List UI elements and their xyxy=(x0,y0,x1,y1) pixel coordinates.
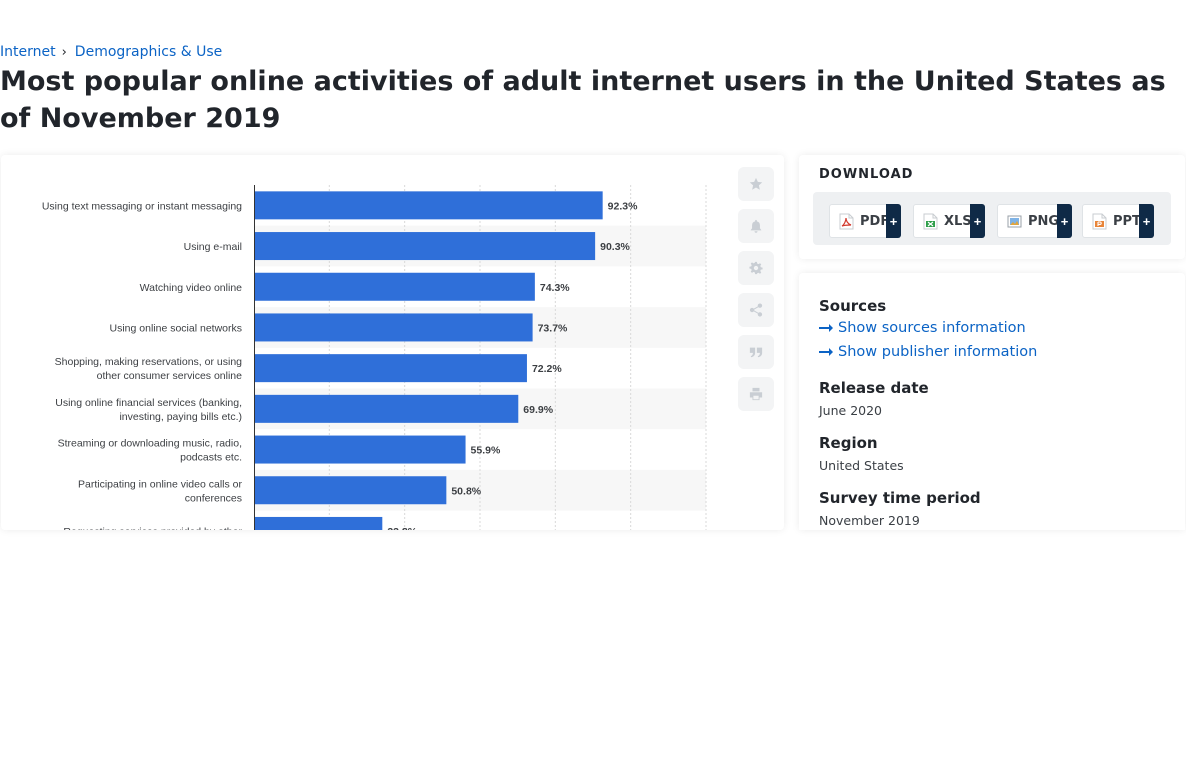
download-buttons: PDF + XLS + PNG + PPT + xyxy=(813,192,1171,245)
show-publisher-link[interactable]: Show publisher information xyxy=(819,344,1037,360)
bar xyxy=(255,435,466,464)
data-label: 50.8% xyxy=(451,485,481,497)
breadcrumb-item-internet[interactable]: Internet xyxy=(0,44,56,60)
category-label: Using text messaging or instant messagin… xyxy=(42,200,242,212)
show-sources-label: Show sources information xyxy=(838,320,1026,336)
page-title: Most popular online activities of adult … xyxy=(0,66,1166,134)
ppt-file-icon xyxy=(1092,213,1107,229)
survey-period-heading: Survey time period xyxy=(819,489,981,507)
gear-icon xyxy=(749,261,763,275)
data-label: 90.3% xyxy=(600,241,630,253)
data-label: 69.9% xyxy=(523,404,553,416)
download-pdf-label: PDF xyxy=(860,213,890,229)
bar xyxy=(255,191,603,220)
bar-chart: 92.3% Using text messaging or instant mes… xyxy=(42,185,707,530)
show-sources-link[interactable]: Show sources information xyxy=(819,320,1026,336)
category-label: Watching video online xyxy=(140,282,242,294)
bar xyxy=(255,272,535,301)
notification-button[interactable] xyxy=(738,209,774,243)
png-plus-badge: + xyxy=(1057,204,1072,238)
arrow-right-icon xyxy=(819,324,833,332)
xls-plus-badge: + xyxy=(970,204,985,238)
png-file-icon xyxy=(1007,215,1022,227)
data-label: 92.3% xyxy=(608,200,638,212)
favorite-button[interactable] xyxy=(738,167,774,201)
category-label: Using online social networks xyxy=(110,322,242,334)
show-publisher-label: Show publisher information xyxy=(838,344,1038,360)
download-panel: DOWNLOAD PDF + XLS + PNG + PPT + xyxy=(799,155,1185,259)
category-label: Requesting services provided by other xyxy=(63,526,242,530)
breadcrumb: Internet › Demographics & Use xyxy=(0,43,222,61)
pdf-plus-badge: + xyxy=(886,204,901,238)
survey-period-value: November 2019 xyxy=(819,513,920,528)
bar xyxy=(255,394,519,423)
bar xyxy=(255,476,447,505)
statistic-info-panel: Sources Show sources information Show pu… xyxy=(799,273,1185,530)
bell-icon xyxy=(750,219,762,233)
data-label: 33.8% xyxy=(387,526,417,530)
bar xyxy=(255,232,596,261)
release-date-value: June 2020 xyxy=(819,403,883,418)
category-label: Shopping, making reservations, or using o… xyxy=(55,356,243,382)
region-heading: Region xyxy=(819,434,878,452)
data-label: 72.2% xyxy=(532,363,562,375)
data-label: 73.7% xyxy=(538,322,568,334)
category-label: Using e-mail xyxy=(184,241,242,253)
xls-file-icon xyxy=(923,213,938,229)
download-ppt-label: PPT xyxy=(1113,213,1141,229)
release-date-heading: Release date xyxy=(819,379,929,397)
star-icon xyxy=(749,177,763,190)
print-button[interactable] xyxy=(738,377,774,411)
category-label: Streaming or downloading music, radio, po… xyxy=(58,438,242,464)
bar xyxy=(255,516,383,530)
print-icon xyxy=(749,387,763,401)
download-pdf-button[interactable]: PDF + xyxy=(829,204,901,238)
bar xyxy=(255,313,533,342)
settings-button[interactable] xyxy=(738,251,774,285)
sources-heading: Sources xyxy=(819,297,887,315)
share-button[interactable] xyxy=(738,293,774,327)
category-label: Participating in online video calls or co… xyxy=(78,478,243,504)
bar xyxy=(255,354,527,383)
data-label: 55.9% xyxy=(471,445,501,457)
pdf-file-icon xyxy=(839,213,854,229)
download-ppt-button[interactable]: PPT + xyxy=(1082,204,1154,238)
chart-card: 92.3% Using text messaging or instant mes… xyxy=(1,155,784,530)
download-png-label: PNG xyxy=(1028,213,1060,229)
breadcrumb-separator: › xyxy=(61,44,67,60)
data-label: 74.3% xyxy=(540,282,570,294)
citation-button[interactable] xyxy=(738,335,774,369)
download-xls-button[interactable]: XLS + xyxy=(913,204,985,238)
chart-toolbar xyxy=(738,167,774,419)
download-title: DOWNLOAD xyxy=(819,167,914,182)
category-label: Using online financial services (banking… xyxy=(55,397,242,423)
quote-icon xyxy=(749,347,763,358)
ppt-plus-badge: + xyxy=(1139,204,1154,238)
share-icon xyxy=(749,303,763,317)
arrow-right-icon xyxy=(819,348,833,356)
download-png-button[interactable]: PNG + xyxy=(997,204,1072,238)
region-value: United States xyxy=(819,458,904,473)
breadcrumb-item-demographics[interactable]: Demographics & Use xyxy=(75,44,222,60)
download-xls-label: XLS xyxy=(944,213,972,229)
